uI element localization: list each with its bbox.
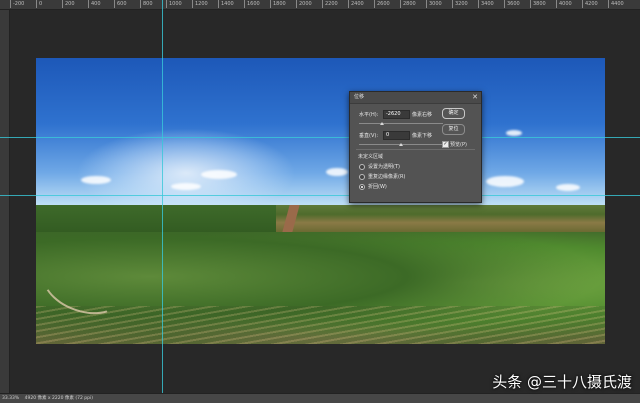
zoom-level[interactable]: 33.33% — [2, 396, 19, 401]
ruler-label: 3600 — [504, 0, 520, 8]
cloud — [171, 183, 201, 190]
close-icon[interactable]: ✕ — [472, 92, 478, 103]
ruler-label: 2400 — [348, 0, 364, 8]
preview-label[interactable]: 预览(P) — [450, 141, 467, 148]
reset-button[interactable]: 复位 — [442, 124, 465, 135]
cloud — [201, 170, 237, 179]
ruler-label: 2800 — [400, 0, 416, 8]
left-ruler[interactable] — [0, 10, 10, 393]
ruler-label: 3200 — [452, 0, 468, 8]
ruler-label: 0 — [36, 0, 42, 8]
radio-wrap-label[interactable]: 折回(W) — [368, 183, 387, 190]
horizontal-guide[interactable] — [0, 195, 640, 196]
horizontal-slider-thumb[interactable] — [380, 122, 384, 125]
ruler-label: 4400 — [608, 0, 624, 8]
undefined-area-group: 未定义区域 设置为透明(T) 重复边缘像素(R) 折回(W) — [356, 149, 475, 198]
radio-wrap[interactable] — [359, 184, 365, 190]
horizontal-unit: 像素右移 — [412, 112, 433, 118]
ruler-label: 200 — [62, 0, 75, 8]
ruler-label: 3000 — [426, 0, 442, 8]
document-info[interactable]: 4920 像素 x 2220 像素 (72 ppi) — [25, 396, 93, 401]
ruler-label: 3800 — [530, 0, 546, 8]
ruler-label: 400 — [88, 0, 101, 8]
ruler-label: 1400 — [218, 0, 234, 8]
preview-checkbox[interactable]: ✓ — [442, 141, 449, 148]
horizontal-input[interactable]: -2620 — [383, 110, 410, 119]
vertical-slider-thumb[interactable] — [399, 143, 403, 146]
cloud — [486, 176, 524, 187]
ruler-label: -200 — [10, 0, 24, 8]
undefined-area-title: 未定义区域 — [358, 154, 384, 160]
ruler-label: 2200 — [322, 0, 338, 8]
ruler-label: 4200 — [582, 0, 598, 8]
vertical-unit: 像素下移 — [412, 133, 433, 139]
radio-transparent[interactable] — [359, 164, 365, 170]
radio-repeat[interactable] — [359, 174, 365, 180]
ruler-label: 4000 — [556, 0, 572, 8]
panorama-image[interactable] — [36, 58, 605, 344]
dialog-title: 位移 — [354, 94, 365, 100]
ok-button[interactable]: 确定 — [442, 108, 465, 119]
ruler-label: 1600 — [244, 0, 260, 8]
green-field — [36, 205, 276, 232]
ruler-label: 3400 — [478, 0, 494, 8]
watermark: 头条 @三十八摄氏渡 — [492, 373, 632, 391]
cloud — [326, 168, 348, 176]
ruler-label: 2600 — [374, 0, 390, 8]
cloud — [506, 130, 522, 136]
vertical-guide[interactable] — [162, 0, 163, 402]
cloud — [81, 176, 111, 184]
vertical-label: 垂直(V): — [359, 133, 379, 139]
radio-repeat-label[interactable]: 重复边缘像素(R) — [368, 173, 405, 180]
ruler-label: 1000 — [166, 0, 182, 8]
horizontal-guide[interactable] — [0, 137, 640, 138]
horizontal-label: 水平(H): — [359, 112, 379, 118]
ruler-label: 1800 — [270, 0, 286, 8]
ruler-label: 600 — [114, 0, 127, 8]
radio-transparent-label[interactable]: 设置为透明(T) — [368, 163, 400, 170]
ruler-label: 800 — [140, 0, 153, 8]
vertical-input[interactable]: 0 — [383, 131, 410, 140]
ruler-label: 1200 — [192, 0, 208, 8]
top-ruler[interactable]: -200 0 200 400 600 800 1000 1200 1400 16… — [0, 0, 640, 10]
horizontal-slider[interactable] — [359, 123, 443, 124]
dialog-titlebar[interactable]: 位移 ✕ — [350, 92, 481, 104]
ruler-label: 2000 — [296, 0, 312, 8]
cloud — [556, 184, 580, 191]
